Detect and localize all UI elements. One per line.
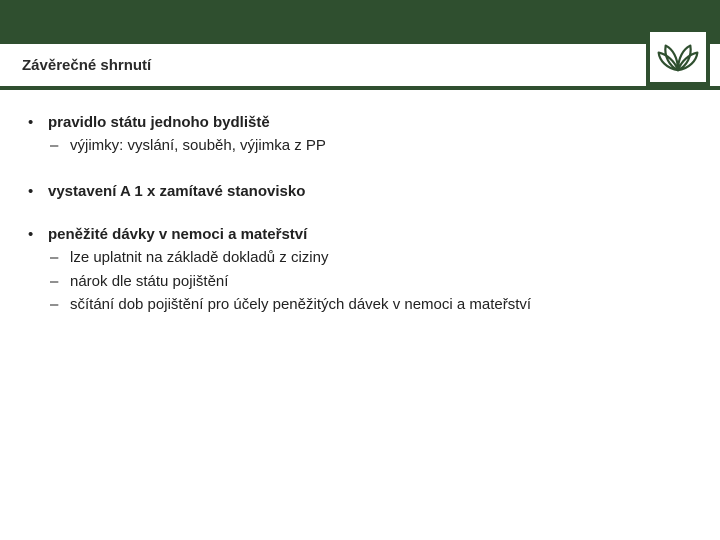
sub-item: sčítání dob pojištění pro účely peněžitý… <box>48 294 692 316</box>
lotus-icon <box>650 32 706 82</box>
title-strip: Závěrečné shrnutí <box>0 44 720 90</box>
logo-container <box>646 28 710 86</box>
bullet-item: peněžité dávky v nemoci a mateřství lze … <box>28 226 692 316</box>
bullet-text: pravidlo státu jednoho bydliště <box>48 114 270 131</box>
sub-item: výjimky: vyslání, souběh, výjimka z PP <box>48 135 692 157</box>
sub-list: lze uplatnit na základě dokladů z ciziny… <box>48 247 692 316</box>
bullet-text: vystavení A 1 x zamítavé stanovisko <box>48 183 305 200</box>
bullet-item: vystavení A 1 x zamítavé stanovisko <box>28 183 692 200</box>
bullet-item: pravidlo státu jednoho bydliště výjimky:… <box>28 114 692 157</box>
header-top-bar <box>0 0 720 44</box>
sub-item: nárok dle státu pojištění <box>48 271 692 293</box>
bullet-list: pravidlo státu jednoho bydliště výjimky:… <box>28 114 692 316</box>
content-area: pravidlo státu jednoho bydliště výjimky:… <box>0 90 720 316</box>
page-title: Závěrečné shrnutí <box>22 57 151 74</box>
bullet-text: peněžité dávky v nemoci a mateřství <box>48 226 307 243</box>
sub-list: výjimky: vyslání, souběh, výjimka z PP <box>48 135 692 157</box>
sub-item: lze uplatnit na základě dokladů z ciziny <box>48 247 692 269</box>
